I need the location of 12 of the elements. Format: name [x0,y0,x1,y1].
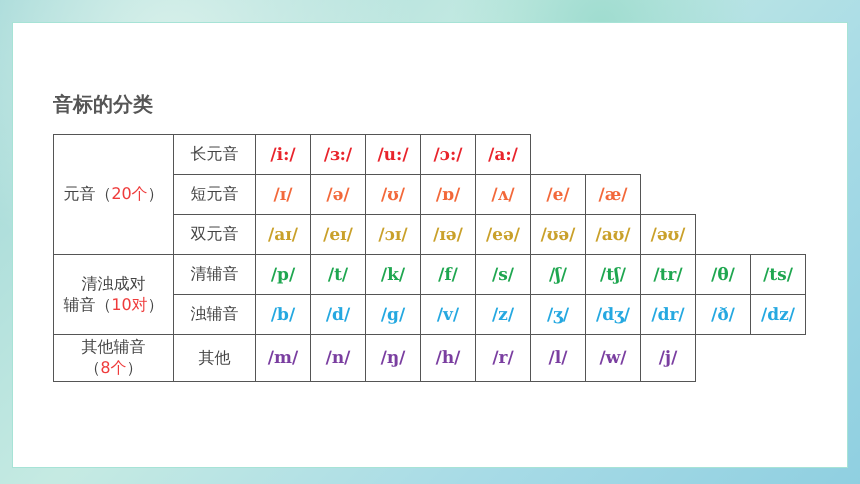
category-label: 元音（20个） [63,184,164,205]
phonetic-symbol-cell: /j/ [640,334,696,382]
slide-title: 音标的分类 [53,91,154,118]
category-label: 清浊成对 [82,274,146,294]
category-label: 其他辅音 [82,337,146,358]
phonetic-symbol-cell: /ts/ [750,254,806,295]
phonetic-symbol-cell: /a:/ [475,134,531,175]
phonetic-symbol-cell: /əʊ/ [640,214,696,255]
category-label: （8个） [84,358,143,379]
category-label: 辅音（10对） [63,294,164,316]
phonetic-symbol-cell: /dz/ [750,294,806,335]
phonetic-symbol-cell: /æ/ [585,174,641,215]
